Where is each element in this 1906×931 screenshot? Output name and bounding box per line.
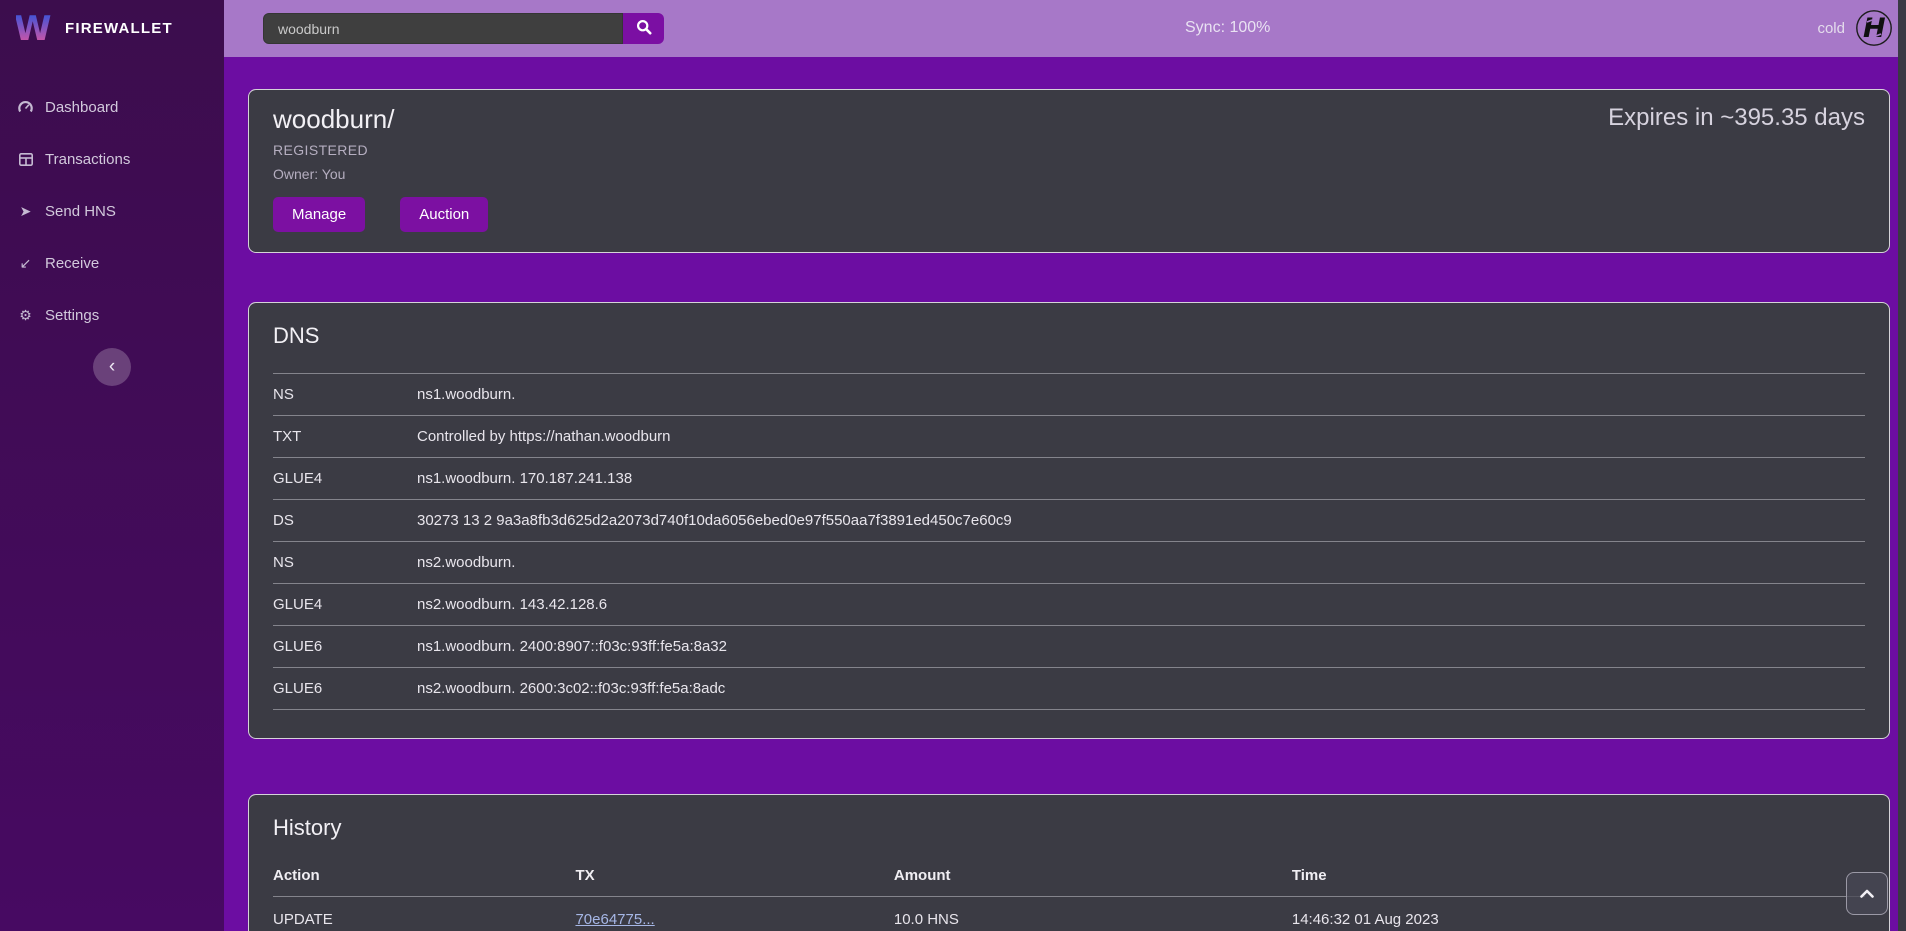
dns-record-value: ns1.woodburn. 2400:8907::f03c:93ff:fe5a:…	[417, 626, 1865, 668]
dns-record-value: ns2.woodburn. 143.42.128.6	[417, 584, 1865, 626]
dns-record-value: ns2.woodburn.	[417, 542, 1865, 584]
topbar: Sync: 100% cold H	[224, 0, 1906, 57]
history-col-amount: Amount	[894, 859, 1292, 897]
history-col-time: Time	[1292, 859, 1865, 897]
wallet-selector[interactable]: cold H	[1817, 9, 1893, 47]
search-bar	[263, 13, 664, 44]
history-time: 14:46:32 01 Aug 2023	[1292, 897, 1865, 931]
dns-record-value: 30273 13 2 9a3a8fb3d625d2a2073d740f10da6…	[417, 500, 1865, 542]
handshake-logo-icon[interactable]: H	[1855, 9, 1893, 47]
dns-card: DNS NS ns1.woodburn. TXT Controlled by h…	[248, 302, 1890, 739]
dns-record-type: GLUE4	[273, 584, 417, 626]
history-action: UPDATE	[273, 897, 575, 931]
dns-record-value: ns2.woodburn. 2600:3c02::f03c:93ff:fe5a:…	[417, 668, 1865, 710]
dns-record-row: GLUE4 ns2.woodburn. 143.42.128.6	[273, 584, 1865, 626]
dns-record-value: Controlled by https://nathan.woodburn	[417, 416, 1865, 458]
history-col-action: Action	[273, 859, 575, 897]
sidebar-item-dashboard[interactable]: Dashboard	[0, 81, 224, 133]
svg-text:W: W	[16, 9, 52, 45]
dns-record-row: DS 30273 13 2 9a3a8fb3d625d2a2073d740f10…	[273, 500, 1865, 542]
gear-icon: ⚙	[17, 307, 34, 324]
scroll-to-top-button[interactable]	[1846, 872, 1888, 915]
chevron-left-icon: ‹	[109, 356, 115, 378]
sidebar-item-send-hns[interactable]: ➤ Send HNS	[0, 185, 224, 237]
sync-status: Sync: 100%	[1185, 19, 1270, 37]
sidebar-item-transactions[interactable]: Transactions	[0, 133, 224, 185]
manage-button[interactable]: Manage	[273, 197, 365, 232]
search-icon	[636, 19, 652, 38]
firewallet-w-logo-icon: W	[16, 7, 52, 50]
dns-record-row: GLUE6 ns1.woodburn. 2400:8907::f03c:93ff…	[273, 626, 1865, 668]
history-card: History Action TX Amount Time UPDATE 70e…	[248, 794, 1890, 931]
search-button[interactable]	[623, 13, 664, 44]
dns-record-type: DS	[273, 500, 417, 542]
gauge-icon	[17, 100, 34, 115]
domain-card: woodburn/ Expires in ~395.35 days REGIST…	[248, 89, 1890, 253]
dns-record-type: GLUE6	[273, 668, 417, 710]
sidebar-item-label: Send HNS	[45, 203, 116, 220]
tx-link[interactable]: 70e64775...	[575, 911, 654, 928]
sidebar-item-label: Receive	[45, 255, 99, 272]
history-amount: 10.0 HNS	[894, 897, 1292, 931]
brand-name: FIREWALLET	[65, 20, 173, 37]
history-section-title: History	[273, 815, 1865, 841]
dns-record-row: GLUE6 ns2.woodburn. 2600:3c02::f03c:93ff…	[273, 668, 1865, 710]
brand-header[interactable]: W FIREWALLET	[0, 0, 224, 57]
dns-record-type: GLUE6	[273, 626, 417, 668]
history-col-tx: TX	[575, 859, 893, 897]
dns-record-row: NS ns2.woodburn.	[273, 542, 1865, 584]
domain-owner: Owner: You	[273, 166, 1865, 182]
sidebar-nav: Dashboard Transactions ➤ Send HNS ↙ Rece…	[0, 81, 224, 341]
auction-button[interactable]: Auction	[400, 197, 488, 232]
paper-plane-icon: ➤	[17, 203, 34, 220]
expires-label: Expires in ~395.35 days	[1608, 104, 1865, 132]
sidebar-collapse-button[interactable]: ‹	[93, 348, 131, 386]
domain-status: REGISTERED	[273, 142, 1865, 158]
dns-record-type: GLUE4	[273, 458, 417, 500]
history-table: Action TX Amount Time UPDATE 70e64775...…	[273, 859, 1865, 931]
dns-record-row: TXT Controlled by https://nathan.woodbur…	[273, 416, 1865, 458]
table-icon	[17, 153, 34, 166]
dns-record-value: ns1.woodburn. 170.187.241.138	[417, 458, 1865, 500]
sidebar-item-label: Transactions	[45, 151, 130, 168]
history-row: UPDATE 70e64775... 10.0 HNS 14:46:32 01 …	[273, 897, 1865, 931]
wallet-name: cold	[1817, 20, 1845, 37]
dns-record-type: NS	[273, 542, 417, 584]
arrow-down-left-icon: ↙	[17, 255, 34, 272]
scrollbar-track[interactable]	[1898, 0, 1906, 931]
dns-record-type: NS	[273, 374, 417, 416]
search-input[interactable]	[263, 13, 623, 44]
domain-title: woodburn/	[273, 104, 394, 135]
history-header-row: Action TX Amount Time	[273, 859, 1865, 897]
main-content: woodburn/ Expires in ~395.35 days REGIST…	[224, 57, 1898, 931]
sidebar-item-settings[interactable]: ⚙ Settings	[0, 289, 224, 341]
sidebar-item-label: Dashboard	[45, 99, 118, 116]
sidebar-item-receive[interactable]: ↙ Receive	[0, 237, 224, 289]
sidebar: W FIREWALLET Dashboard Transactions ➤ Se…	[0, 0, 224, 931]
dns-record-row: NS ns1.woodburn.	[273, 374, 1865, 416]
dns-record-value: ns1.woodburn.	[417, 374, 1865, 416]
chevron-up-icon	[1860, 885, 1874, 903]
dns-record-row: GLUE4 ns1.woodburn. 170.187.241.138	[273, 458, 1865, 500]
dns-table: NS ns1.woodburn. TXT Controlled by https…	[273, 373, 1865, 710]
sidebar-item-label: Settings	[45, 307, 99, 324]
svg-text:H: H	[1863, 13, 1886, 44]
dns-section-title: DNS	[273, 323, 1865, 349]
dns-record-type: TXT	[273, 416, 417, 458]
